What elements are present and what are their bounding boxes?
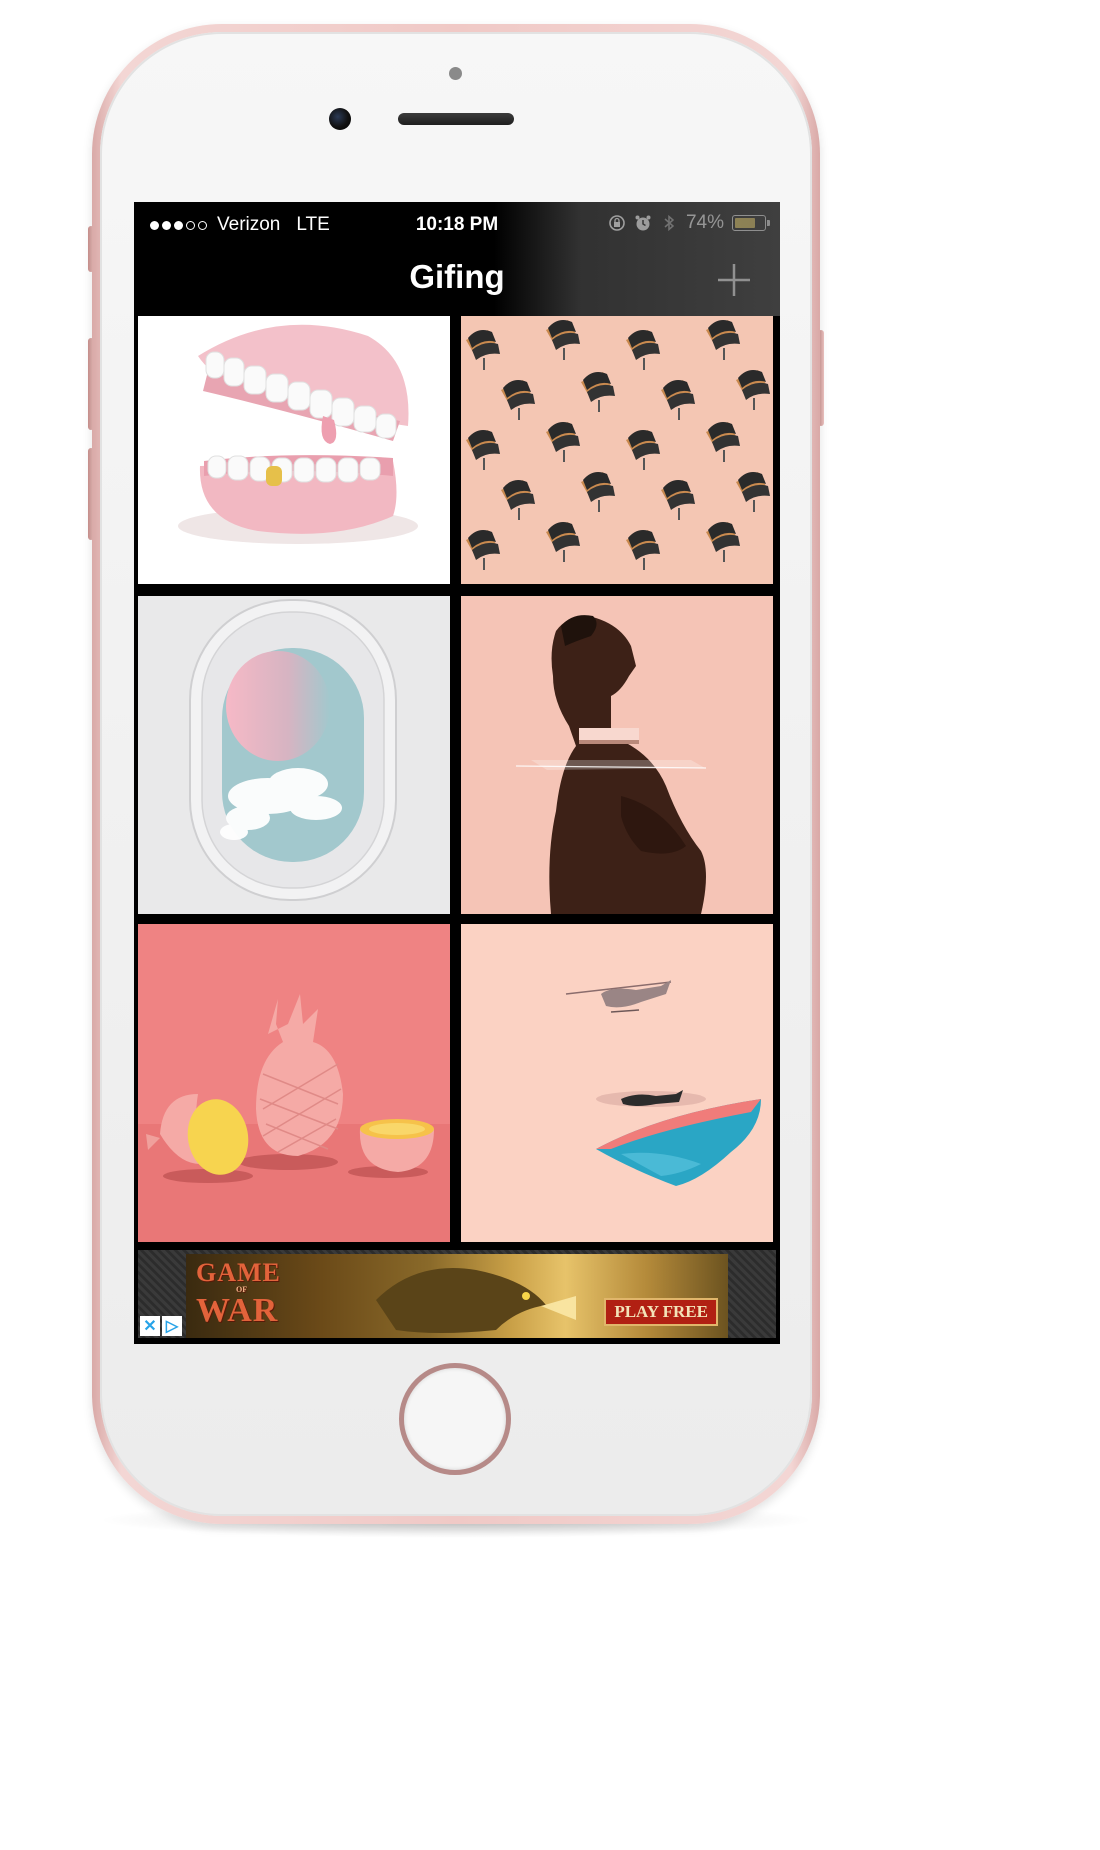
gif-tile-man-profile[interactable] bbox=[461, 596, 773, 914]
adchoices-icon[interactable]: ▷ bbox=[162, 1316, 182, 1336]
helicopters-image bbox=[461, 924, 773, 1242]
teeth-image bbox=[138, 316, 450, 584]
close-icon[interactable]: ✕ bbox=[140, 1316, 160, 1336]
app-screen: Verizon LTE 10:18 PM 74% Gifing GAME OF … bbox=[134, 202, 780, 1344]
status-bar: Verizon LTE 10:18 PM 74% bbox=[134, 202, 780, 248]
alarm-icon bbox=[634, 214, 652, 232]
proximity-sensor bbox=[449, 67, 462, 80]
gif-tile-airplane-window[interactable] bbox=[138, 596, 450, 914]
rotation-lock-icon bbox=[608, 214, 626, 232]
battery-tip bbox=[767, 220, 770, 226]
ad-title-line3: WAR bbox=[196, 1292, 279, 1329]
ad-title: GAME OF WAR bbox=[196, 1260, 296, 1328]
ad-play-button[interactable]: PLAY FREE bbox=[604, 1298, 718, 1326]
chairs-image bbox=[461, 316, 773, 584]
add-button[interactable] bbox=[714, 260, 754, 300]
man-profile-image bbox=[461, 596, 773, 914]
ad-banner: GAME OF WAR PLAY FREE ✕ ▷ bbox=[138, 1250, 776, 1338]
gif-tile-pineapples[interactable] bbox=[138, 924, 450, 1242]
status-right: 74% bbox=[608, 212, 770, 234]
battery-fill bbox=[735, 218, 755, 228]
gif-tile-chairs[interactable] bbox=[461, 316, 773, 584]
dragon-art bbox=[376, 1268, 576, 1333]
front-camera bbox=[329, 108, 351, 130]
earpiece-speaker bbox=[398, 113, 514, 125]
bluetooth-icon bbox=[660, 214, 678, 232]
gif-tile-helicopters[interactable] bbox=[461, 924, 773, 1242]
airplane-window-image bbox=[138, 596, 450, 914]
ad-title-line1: GAME bbox=[196, 1258, 281, 1287]
gif-tile-teeth[interactable] bbox=[138, 316, 450, 584]
ad-creative[interactable]: GAME OF WAR PLAY FREE bbox=[186, 1254, 728, 1338]
app-title: Gifing bbox=[409, 258, 505, 295]
plus-icon bbox=[718, 264, 750, 296]
phone-mockup: Verizon LTE 10:18 PM 74% Gifing GAME OF … bbox=[0, 0, 940, 1570]
nav-bar: Gifing bbox=[134, 248, 780, 316]
battery-percent: 74% bbox=[685, 212, 724, 233]
battery-icon bbox=[732, 215, 770, 231]
pineapples-image bbox=[138, 924, 450, 1242]
home-button[interactable] bbox=[399, 1363, 511, 1475]
ad-controls: ✕ ▷ bbox=[140, 1316, 182, 1336]
